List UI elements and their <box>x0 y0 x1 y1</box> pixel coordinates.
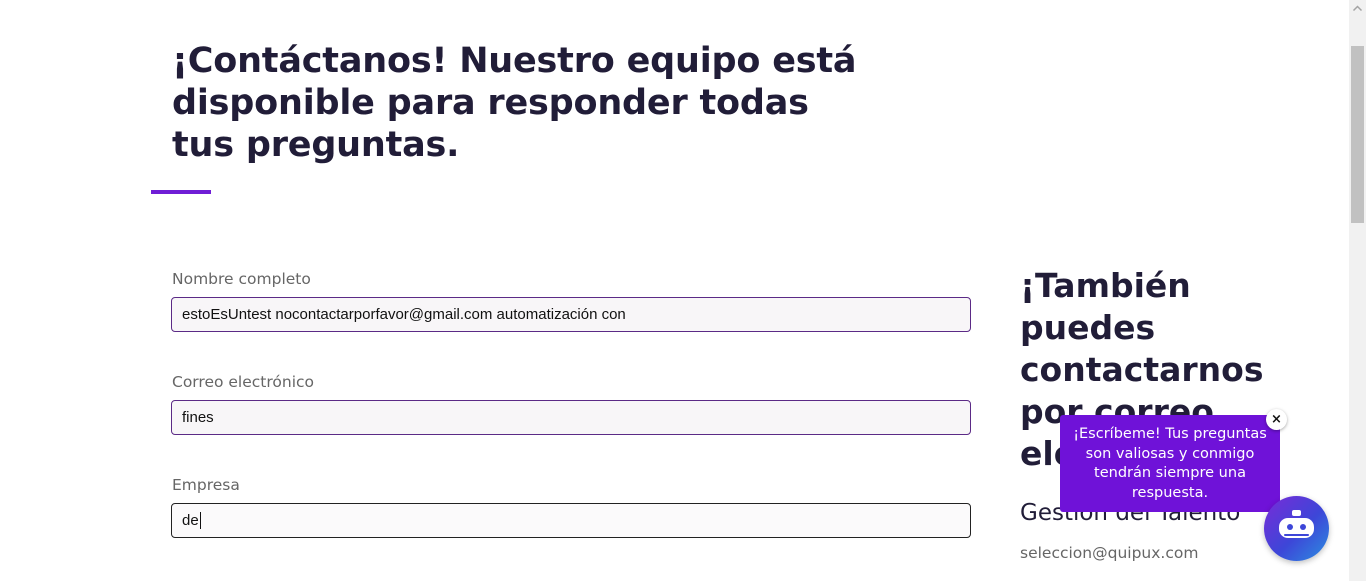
scrollbar-thumb[interactable] <box>1351 46 1364 223</box>
robot-icon <box>1279 510 1314 538</box>
chat-prompt-bubble[interactable]: ¡Escríbeme! Tus preguntas son valiosas y… <box>1060 415 1280 512</box>
email-label: Correo electrónico <box>172 373 315 391</box>
company-field[interactable]: de <box>171 503 971 538</box>
contact-page: ¡Contáctanos! Nuestro equipo está dispon… <box>0 0 1349 581</box>
name-field-value: estoEsUntest nocontactarporfavor@gmail.c… <box>182 306 626 323</box>
close-icon[interactable]: × <box>1266 409 1287 430</box>
vertical-scrollbar[interactable] <box>1349 0 1366 581</box>
company-label: Empresa <box>172 476 240 494</box>
email-field[interactable]: fines <box>171 400 971 435</box>
name-label: Nombre completo <box>172 270 311 288</box>
title-divider <box>151 190 211 194</box>
chevron-up-icon[interactable] <box>1349 0 1366 17</box>
text-caret <box>199 512 201 529</box>
company-field-value: de <box>182 512 199 529</box>
email-field-value: fines <box>182 409 214 426</box>
department-email[interactable]: seleccion@quipux.com <box>1020 544 1198 562</box>
page-title: ¡Contáctanos! Nuestro equipo está dispon… <box>172 41 857 165</box>
chat-launcher-button[interactable] <box>1264 496 1329 561</box>
name-field[interactable]: estoEsUntest nocontactarporfavor@gmail.c… <box>171 297 971 332</box>
